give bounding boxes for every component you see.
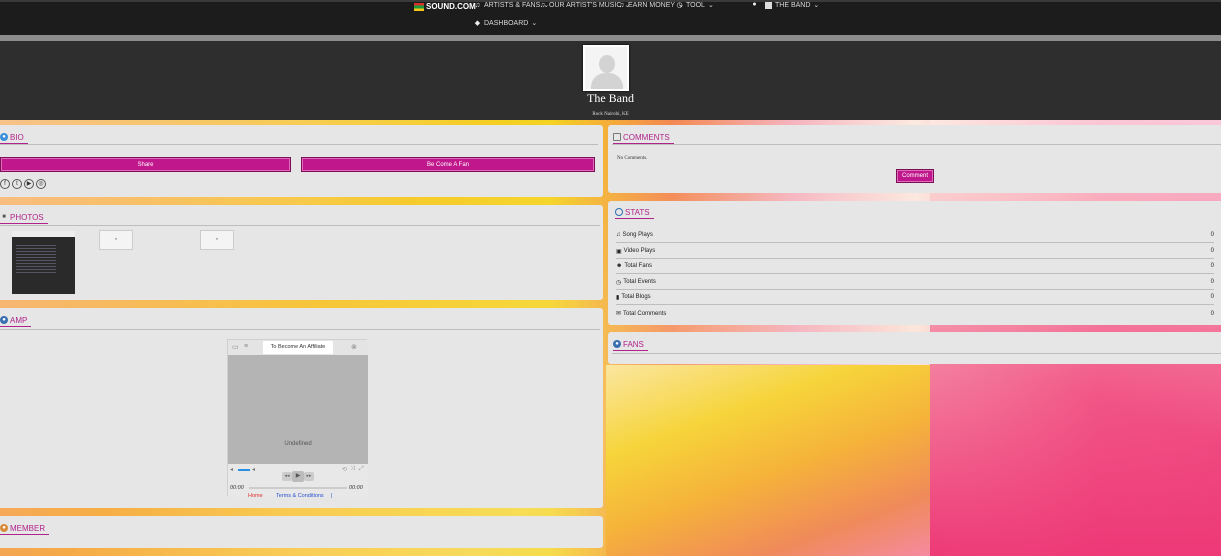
top-navbar: SOUND.COM ♫ ARTISTS & FANS ⌄ ♫ OUR ARTIST'S… [0, 0, 1221, 35]
stat-row: ♫ Song Plays 0 [616, 228, 1214, 243]
social-links: f t ▶ ◎ [0, 179, 46, 189]
user-icon: ● [0, 133, 8, 141]
youtube-icon[interactable]: ▶ [24, 179, 34, 189]
flag-icon [414, 2, 424, 11]
next-icon[interactable]: ▸▸ [304, 472, 314, 481]
profile-header: The Band Rock Nairobi, KE [0, 41, 1221, 120]
profile-name: The Band [587, 91, 634, 105]
settings-icon[interactable]: ⊗ [351, 343, 357, 351]
volume-icon[interactable]: ◂ [252, 466, 255, 473]
photo-thumbnail[interactable] [12, 231, 75, 294]
instagram-icon[interactable]: ◎ [36, 179, 46, 189]
nav-item-earn-money[interactable]: ♫ EARN MONEY ⌄ [618, 1, 684, 10]
photo-placeholder-icon[interactable]: ▪ [99, 230, 133, 250]
members-icon: ● [0, 524, 8, 532]
photos-title: ■ PHOTOS [0, 211, 48, 224]
site-logo[interactable]: SOUND.COM [414, 2, 476, 11]
photo-placeholder-icon[interactable]: ▪ [200, 230, 234, 250]
profile-location: Rock Nairobi, KE [592, 112, 629, 117]
mute-icon[interactable]: ◂ [230, 466, 233, 473]
clock-icon [615, 208, 623, 216]
clock-icon: ◷ [616, 279, 622, 286]
music-icon: ♫ [474, 1, 481, 9]
amp-title: ● AMP [0, 314, 32, 327]
audio-player: ▭ ≡ To Become An Affiliate ⊗ Undefined ◂… [227, 339, 368, 497]
stat-row: ▣ Video Plays 0 [616, 244, 1214, 259]
stat-row: ◷ Total Events 0 [616, 275, 1214, 290]
repeat-icon[interactable]: ⟲ [342, 466, 347, 473]
users-icon: ☻ [616, 263, 623, 269]
duration: 00:00 [349, 485, 363, 491]
tab-affiliate[interactable]: To Become An Affiliate [263, 341, 333, 354]
fans-title: ● FANS [613, 338, 648, 351]
comment-box-icon [613, 133, 621, 141]
fans-panel: ● FANS [608, 332, 1221, 364]
volume-slider[interactable] [238, 469, 250, 471]
player-screen [228, 355, 368, 464]
member-title: ● MEMBER [0, 522, 50, 535]
nav-item-our-music[interactable]: ♫ OUR ARTIST'S MUSIC ⌄ [539, 1, 630, 10]
nav-item-the-band[interactable]: THE BAND ⌄ [765, 1, 819, 9]
chevron-down-icon: ⌄ [813, 2, 820, 9]
bio-panel: ● BIO Share Be Come A Fan [0, 125, 603, 197]
member-panel: ● MEMBER [0, 516, 603, 548]
avatar[interactable] [583, 45, 629, 91]
bookmark-icon: ▮ [616, 294, 620, 301]
video-icon: ▣ [616, 248, 622, 255]
seek-bar[interactable] [249, 487, 347, 489]
bio-title: ● BIO [0, 131, 28, 144]
globe-icon[interactable]: ● [751, 1, 758, 8]
globe-icon: ● [0, 316, 8, 324]
user-thumb-icon [765, 1, 772, 9]
current-time: 00:00 [230, 485, 244, 491]
music-icon: ♫ [616, 232, 621, 238]
diamond-icon: ◆ [474, 19, 481, 27]
play-icon[interactable]: ▶ [292, 471, 304, 482]
camera-icon: ■ [2, 214, 6, 220]
share-button[interactable]: Share [0, 157, 291, 172]
nav-item-dashboard[interactable]: ◆ DASHBOARD ⌄ [474, 19, 538, 28]
menu-icon[interactable]: ≡ [244, 343, 248, 350]
comments-panel: COMMENTS No Comments. Comment [608, 125, 1221, 193]
window-icon[interactable]: ▭ [232, 343, 239, 351]
link-separator: | [331, 493, 333, 499]
become-a-fan-button[interactable]: Be Come A Fan [301, 157, 595, 172]
no-comments-text: No Comments. [617, 156, 648, 161]
previous-icon[interactable]: ◂◂ [282, 472, 292, 481]
shuffle-icon[interactable]: ⤨ [350, 466, 355, 473]
stat-row: ▮ Total Blogs 0 [616, 290, 1214, 305]
player-status: Undefined [284, 441, 312, 447]
fans-icon: ● [613, 340, 621, 348]
comments-title: COMMENTS [613, 131, 674, 144]
facebook-icon[interactable]: f [0, 179, 10, 189]
home-link[interactable]: Home [248, 493, 263, 499]
expand-icon[interactable]: ⤢ [359, 466, 364, 473]
nav-item-artists-fans[interactable]: ♫ ARTISTS & FANS ⌄ [474, 1, 549, 10]
comments-icon: ✉ [616, 311, 622, 317]
photos-panel: ■ PHOTOS ▪ ▪ [0, 205, 603, 300]
stat-row: ☻ Total Fans 0 [616, 259, 1214, 274]
stat-row: ✉ Total Comments 0 [616, 310, 1214, 318]
nav-item-tool[interactable]: ◷ TOOL ⌄ [676, 1, 714, 10]
twitter-icon[interactable]: t [12, 179, 22, 189]
chevron-down-icon: ⌄ [531, 20, 538, 27]
comment-button[interactable]: Comment [896, 169, 934, 183]
chevron-down-icon: ⌄ [707, 2, 714, 9]
clock-icon: ◷ [676, 1, 683, 9]
stats-title: STATS [615, 206, 654, 219]
music-icon: ♫ [618, 1, 625, 9]
terms-link[interactable]: Terms & Conditions [276, 493, 324, 499]
music-icon: ♫ [539, 1, 546, 9]
